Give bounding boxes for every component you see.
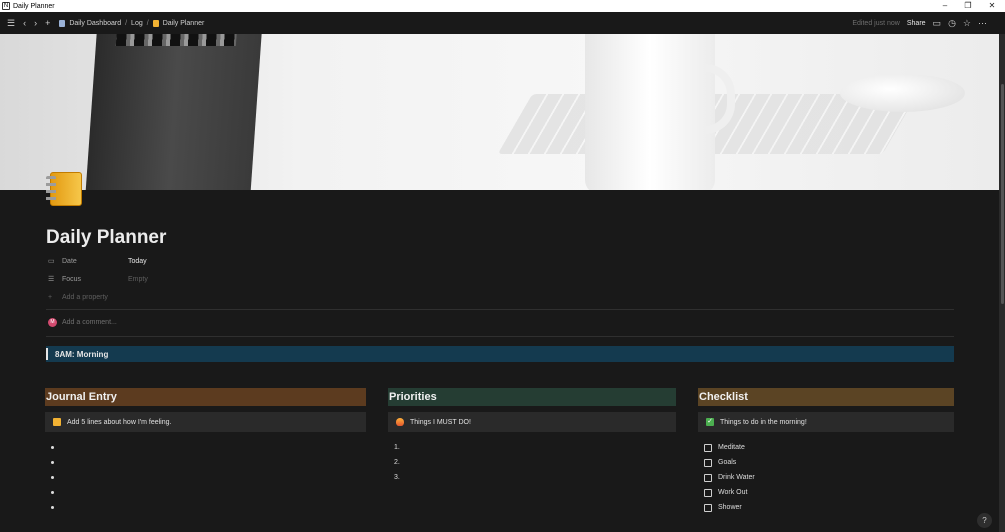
plus-icon: + bbox=[48, 293, 53, 301]
property-value[interactable]: Today bbox=[128, 258, 147, 265]
breadcrumb-item-log[interactable]: Log bbox=[131, 20, 143, 27]
notebook-icon bbox=[152, 19, 159, 27]
add-property-label: Add a property bbox=[62, 293, 108, 301]
list-item[interactable]: 2. bbox=[388, 455, 676, 470]
window-titlebar: N Daily Planner – ❐ ✕ bbox=[0, 0, 1005, 12]
list-item[interactable] bbox=[45, 485, 366, 500]
checklist-item[interactable]: Drink Water bbox=[698, 470, 954, 485]
top-actions: Edited just now Share ▭ ◷ ☆ ⋯ bbox=[852, 12, 987, 34]
priorities-callout[interactable]: Things I MUST DO! bbox=[388, 412, 676, 432]
priorities-heading[interactable]: Priorities bbox=[388, 388, 676, 406]
property-name: Date bbox=[62, 257, 77, 265]
notebook-icon bbox=[53, 418, 61, 426]
property-focus[interactable]: ☰ Focus Empty bbox=[48, 272, 148, 286]
fire-icon bbox=[396, 418, 404, 426]
breadcrumb-separator: / bbox=[125, 19, 128, 27]
calendar-icon: ▭ bbox=[48, 258, 55, 265]
close-icon[interactable]: ✕ bbox=[980, 0, 1004, 12]
priorities-numbered-list: 1. 2. 3. bbox=[388, 440, 676, 485]
comment-icon[interactable]: ▭ bbox=[933, 18, 942, 29]
add-icon[interactable]: + bbox=[45, 18, 50, 28]
checklist-item[interactable]: Work Out bbox=[698, 485, 954, 500]
divider bbox=[46, 309, 954, 310]
callout-text[interactable]: Things to do in the morning! bbox=[720, 419, 807, 426]
page-icon bbox=[59, 19, 66, 27]
property-date[interactable]: ▭ Date Today bbox=[48, 254, 147, 268]
window-title: Daily Planner bbox=[13, 2, 55, 10]
journal-bullet-list bbox=[45, 440, 366, 515]
checkbox[interactable] bbox=[704, 443, 712, 452]
scrollbar-thumb[interactable] bbox=[1001, 84, 1004, 304]
pen-holder-image bbox=[82, 34, 263, 190]
mug-image bbox=[585, 34, 715, 190]
breadcrumb: Daily Dashboard / Log / Daily Planner bbox=[59, 19, 205, 27]
comment-placeholder[interactable]: Add a comment... bbox=[62, 319, 117, 326]
menu-icon[interactable]: ☰ bbox=[7, 18, 15, 29]
priorities-column: Priorities Things I MUST DO! 1. 2. 3. bbox=[388, 388, 676, 485]
restore-icon[interactable]: ❐ bbox=[956, 0, 980, 12]
page-title[interactable]: Daily Planner bbox=[46, 227, 166, 249]
avatar: M bbox=[48, 318, 57, 327]
breadcrumb-separator: / bbox=[146, 19, 149, 27]
app-icon: N bbox=[2, 2, 10, 10]
divider bbox=[46, 336, 954, 337]
list-item[interactable] bbox=[45, 440, 366, 455]
more-icon[interactable]: ⋯ bbox=[978, 18, 987, 29]
checkbox[interactable] bbox=[704, 503, 712, 512]
checklist-callout[interactable]: ✓ Things to do in the morning! bbox=[698, 412, 954, 432]
checkbox[interactable] bbox=[704, 473, 712, 482]
forward-icon[interactable]: › bbox=[34, 18, 37, 28]
notebook-icon[interactable] bbox=[46, 172, 82, 206]
breadcrumb-item-dashboard[interactable]: Daily Dashboard bbox=[69, 20, 121, 27]
clock-icon[interactable]: ◷ bbox=[948, 18, 956, 29]
checklist-items: Meditate Goals Drink Water Work Out Show… bbox=[698, 440, 954, 515]
checkbox[interactable] bbox=[704, 488, 712, 497]
journal-callout[interactable]: Add 5 lines about how I'm feeling. bbox=[45, 412, 366, 432]
time-block-label[interactable]: 8AM: Morning bbox=[55, 350, 108, 359]
list-item[interactable] bbox=[45, 455, 366, 470]
text-cursor bbox=[46, 348, 48, 360]
top-bar: ☰ ‹ › + Daily Dashboard / Log / Daily Pl… bbox=[0, 12, 1005, 34]
edited-status: Edited just now bbox=[852, 19, 900, 27]
property-value[interactable]: Empty bbox=[128, 276, 148, 283]
callout-text[interactable]: Things I MUST DO! bbox=[410, 419, 471, 426]
callout-text[interactable]: Add 5 lines about how I'm feeling. bbox=[67, 419, 171, 426]
checkbox[interactable] bbox=[704, 458, 712, 467]
checklist-item[interactable]: Goals bbox=[698, 455, 954, 470]
list-item[interactable]: 1. bbox=[388, 440, 676, 455]
add-property-button[interactable]: + Add a property bbox=[48, 290, 108, 304]
scrollbar[interactable] bbox=[999, 34, 1005, 532]
check-icon: ✓ bbox=[706, 418, 714, 426]
checklist-column: Checklist ✓ Things to do in the morning!… bbox=[698, 388, 954, 515]
journal-heading[interactable]: Journal Entry bbox=[45, 388, 366, 406]
mouse-image bbox=[840, 74, 965, 112]
time-block-heading[interactable]: 8AM: Morning bbox=[46, 346, 954, 362]
list-item[interactable] bbox=[45, 470, 366, 485]
breadcrumb-item-planner[interactable]: Daily Planner bbox=[163, 20, 205, 27]
checklist-item[interactable]: Meditate bbox=[698, 440, 954, 455]
star-icon[interactable]: ☆ bbox=[963, 18, 971, 29]
back-icon[interactable]: ‹ bbox=[23, 18, 26, 28]
checklist-heading[interactable]: Checklist bbox=[698, 388, 954, 406]
journal-column: Journal Entry Add 5 lines about how I'm … bbox=[45, 388, 366, 515]
minimize-icon[interactable]: – bbox=[933, 0, 957, 12]
share-button[interactable]: Share bbox=[907, 20, 926, 27]
checklist-item[interactable]: Shower bbox=[698, 500, 954, 515]
help-button[interactable]: ? bbox=[977, 513, 992, 528]
cover-image bbox=[0, 34, 999, 190]
comment-input[interactable]: M Add a comment... bbox=[48, 318, 117, 327]
list-item[interactable] bbox=[45, 500, 366, 515]
list-icon: ☰ bbox=[48, 276, 55, 283]
list-item[interactable]: 3. bbox=[388, 470, 676, 485]
property-name: Focus bbox=[62, 275, 82, 283]
nav-controls: ☰ ‹ › + bbox=[7, 18, 50, 29]
